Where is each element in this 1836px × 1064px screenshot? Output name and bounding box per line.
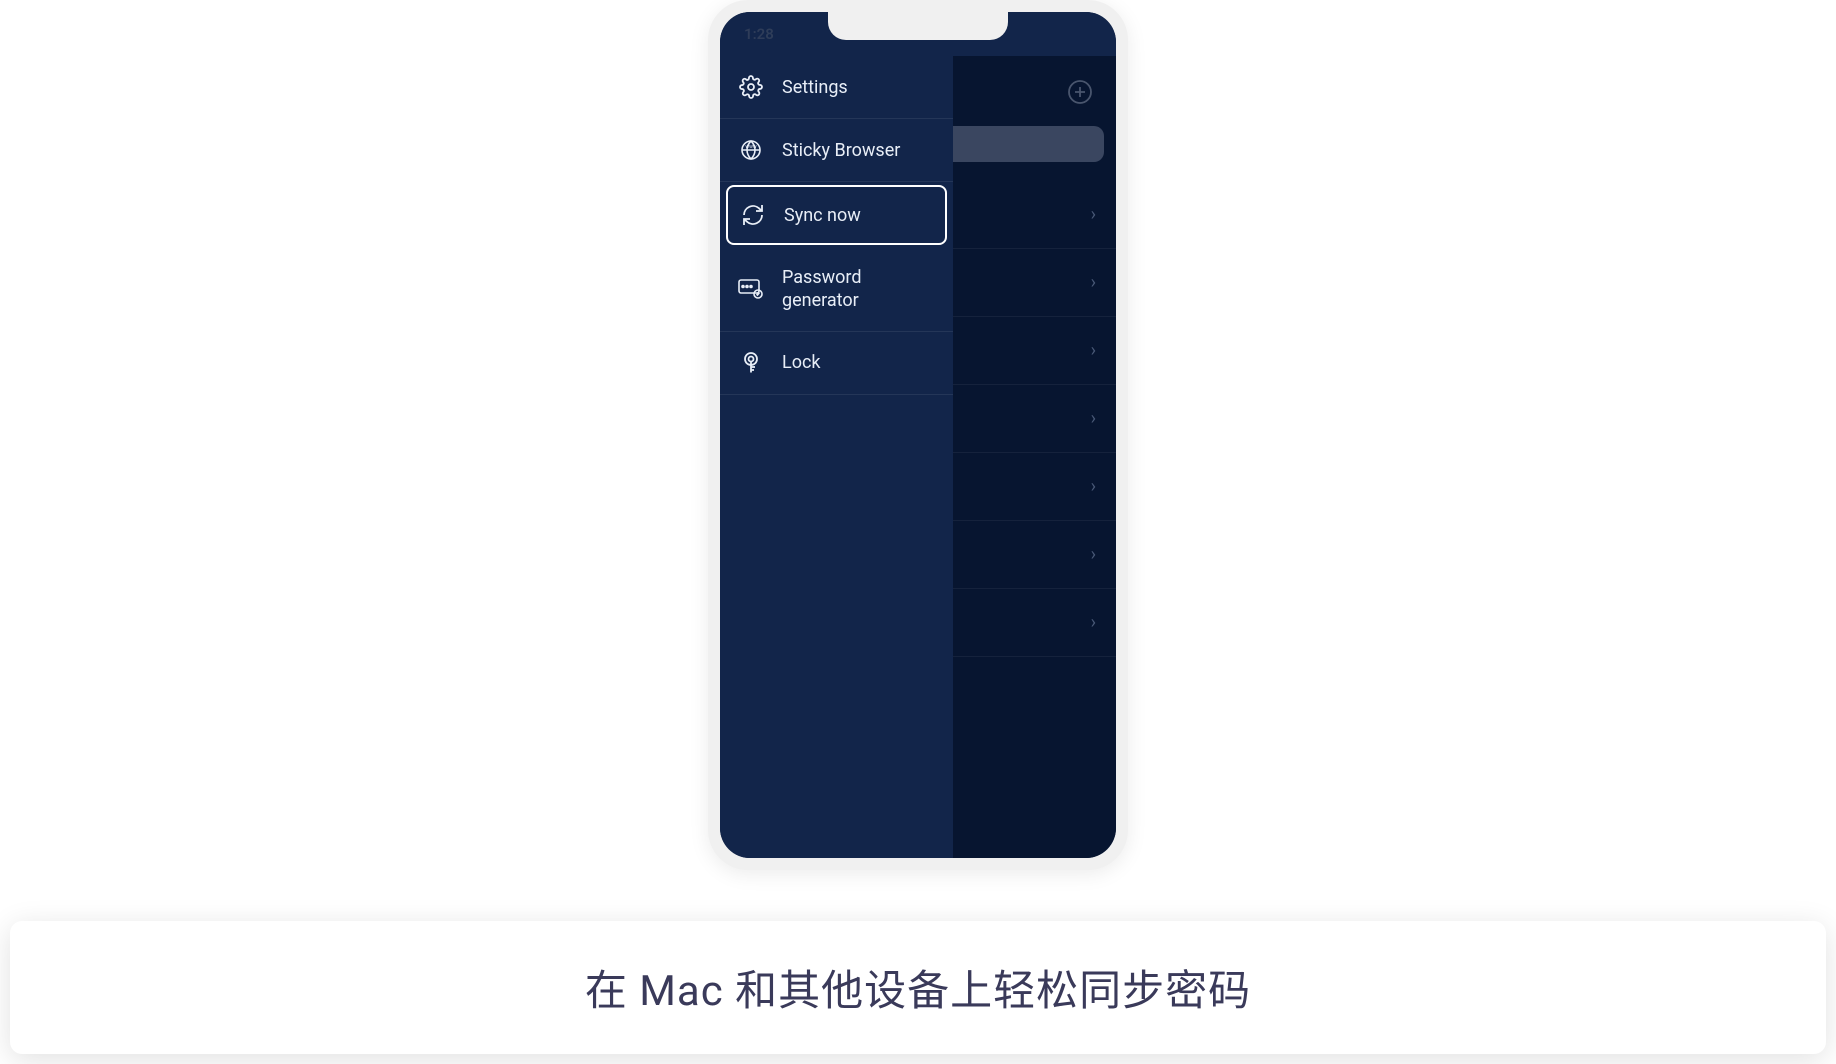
gear-icon — [738, 74, 764, 100]
lock-icon — [738, 350, 764, 376]
list-item[interactable]: › — [953, 589, 1116, 657]
sidebar-item-label: Lock — [782, 352, 821, 373]
chevron-right-icon: › — [1091, 272, 1096, 293]
caption-text: 在 Mac 和其他设备上轻松同步密码 — [30, 957, 1806, 1018]
list-item[interactable]: › — [953, 317, 1116, 385]
password-icon — [738, 276, 764, 302]
sidebar-item-label: Sync now — [784, 205, 861, 226]
list-item[interactable]: › — [953, 453, 1116, 521]
list-item[interactable]: › — [953, 521, 1116, 589]
main-panel: › › › › › › › — [953, 56, 1116, 858]
app-content: Settings www Sticky Browser — [720, 56, 1116, 858]
plus-circle-icon — [1067, 79, 1093, 105]
search-bar[interactable] — [953, 126, 1104, 162]
chevron-right-icon: › — [1091, 544, 1096, 565]
chevron-right-icon: › — [1091, 204, 1096, 225]
sidebar-item-settings[interactable]: Settings — [720, 56, 953, 119]
sidebar-item-sticky-browser[interactable]: www Sticky Browser — [720, 119, 953, 182]
svg-text:www: www — [745, 144, 757, 150]
list-area: › › › › › › › — [953, 181, 1116, 858]
chevron-right-icon: › — [1091, 408, 1096, 429]
sidebar-item-sync-now[interactable]: Sync now — [726, 185, 947, 245]
add-button[interactable] — [1066, 78, 1094, 106]
sidebar-item-label: Sticky Browser — [782, 140, 900, 161]
sidebar-menu: Settings www Sticky Browser — [720, 56, 953, 858]
list-item[interactable]: › — [953, 181, 1116, 249]
list-item[interactable]: › — [953, 249, 1116, 317]
phone-notch — [828, 12, 1008, 40]
phone-frame: 1:28 Settings — [708, 0, 1128, 870]
status-time: 1:28 — [744, 25, 774, 43]
sidebar-item-password-generator[interactable]: Password generator — [720, 248, 953, 332]
sidebar-item-lock[interactable]: Lock — [720, 332, 953, 395]
globe-icon: www — [738, 137, 764, 163]
sidebar-item-label: Settings — [782, 77, 848, 98]
chevron-right-icon: › — [1091, 476, 1096, 497]
list-item[interactable]: › — [953, 385, 1116, 453]
sidebar-item-label: Password generator — [782, 266, 935, 313]
caption-card: 在 Mac 和其他设备上轻松同步密码 — [10, 921, 1826, 1054]
chevron-right-icon: › — [1091, 340, 1096, 361]
phone-screen: 1:28 Settings — [720, 12, 1116, 858]
sync-icon — [740, 202, 766, 228]
chevron-right-icon: › — [1091, 612, 1096, 633]
